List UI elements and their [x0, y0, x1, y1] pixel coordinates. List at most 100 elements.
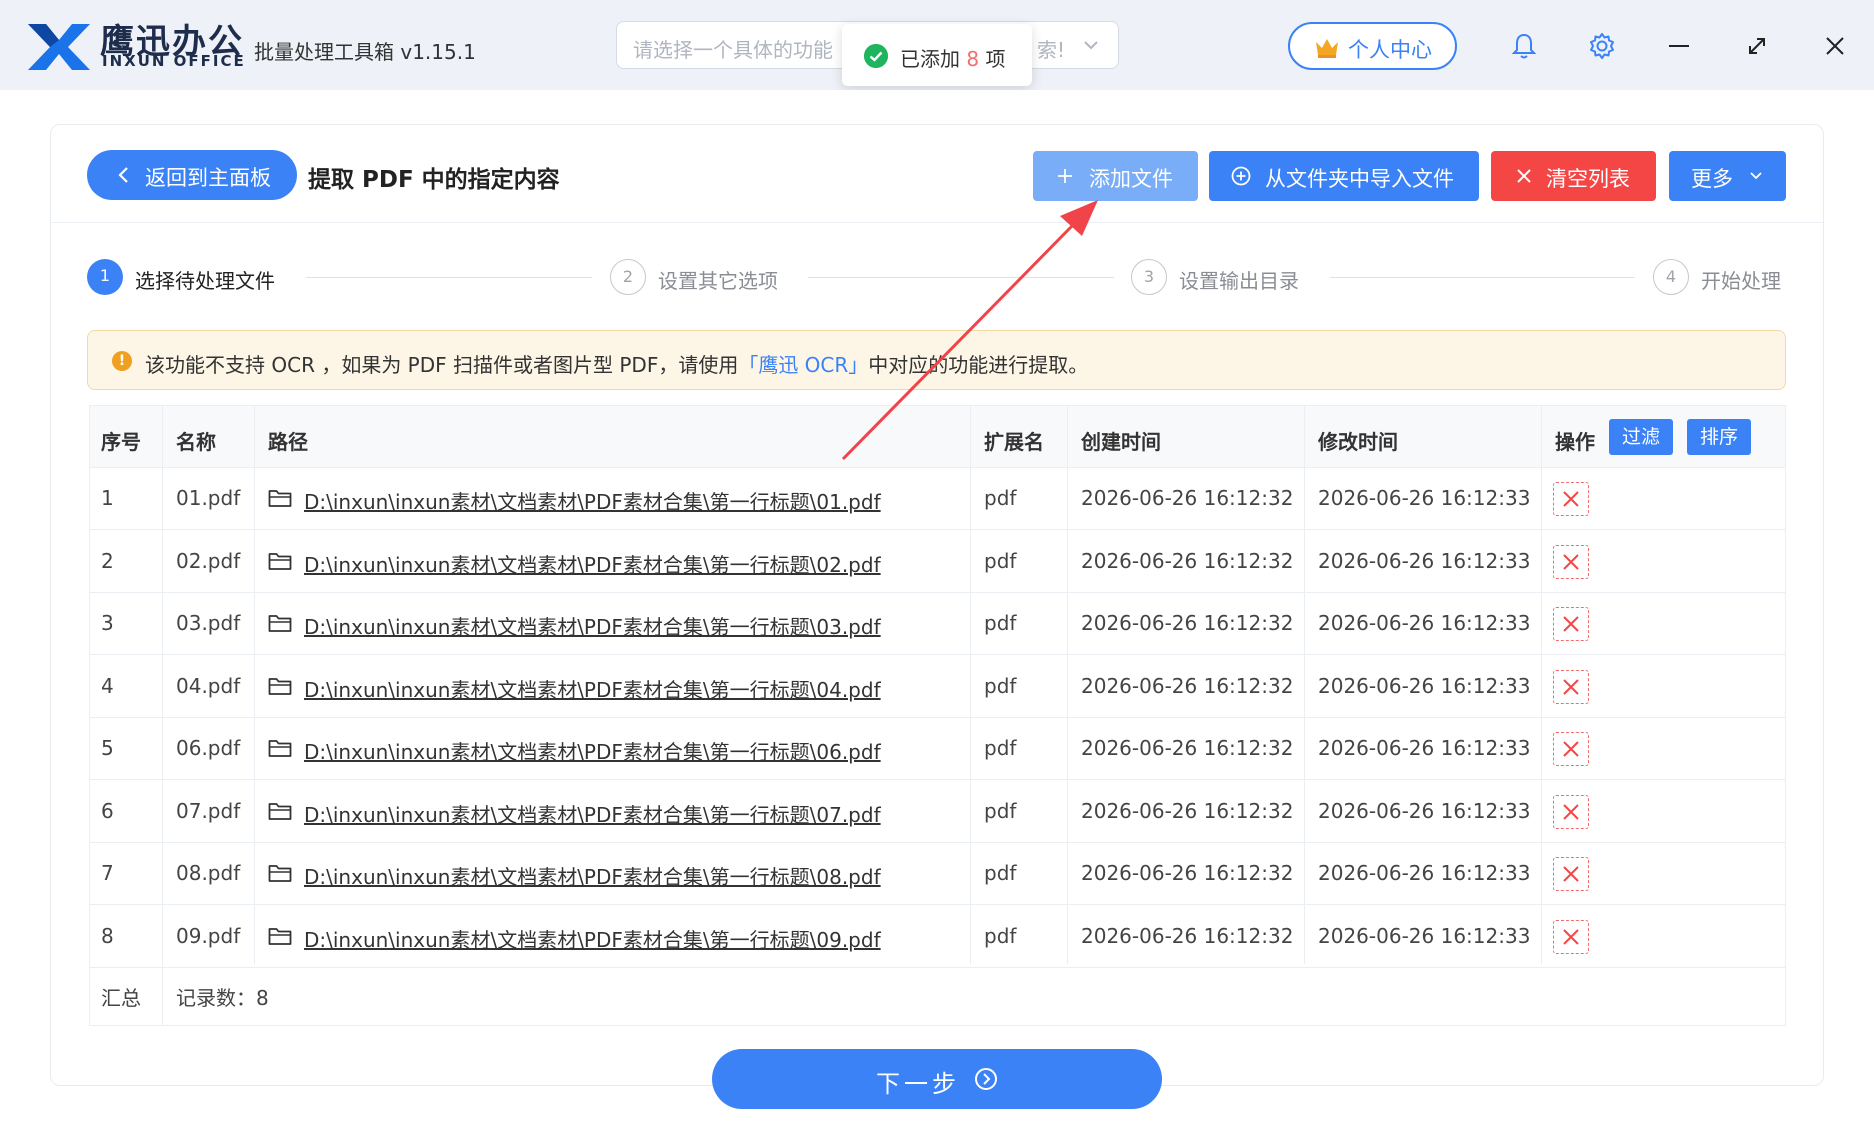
- remove-row-button[interactable]: [1553, 607, 1589, 641]
- user-center-button[interactable]: 个人中心: [1288, 22, 1457, 70]
- row-name: 04.pdf: [176, 673, 241, 698]
- x-icon: [1563, 491, 1579, 507]
- clear-list-label: 清空列表: [1546, 167, 1630, 191]
- bell-icon[interactable]: [1509, 31, 1539, 61]
- folder-icon[interactable]: [268, 863, 292, 883]
- next-step-button[interactable]: 下一步: [712, 1049, 1162, 1109]
- row-ext: pdf: [984, 611, 1017, 635]
- col-action-header: 操作: [1555, 430, 1595, 454]
- step-connector: [1330, 277, 1635, 278]
- table-row: 3 03.pdf D:\inxun\inxun素材\文档素材\PDF素材合集\第一行…: [90, 593, 1785, 655]
- column-divider: [1304, 406, 1305, 964]
- crown-icon: [1316, 39, 1338, 58]
- row-name: 06.pdf: [176, 736, 241, 760]
- file-table: 序号 名称 路径 扩展名 创建时间 修改时间 操作 过滤 排序 1 01.pdf D…: [89, 405, 1786, 1026]
- remove-row-button[interactable]: [1553, 669, 1589, 704]
- more-dropdown-button[interactable]: 更多: [1669, 151, 1786, 201]
- row-path-link[interactable]: D:\inxun\inxun素材\文档素材\PDF素材合集\第一行标题\07.p…: [304, 799, 881, 828]
- folder-icon[interactable]: [268, 738, 292, 758]
- back-to-home-button[interactable]: 返回到主面板: [87, 150, 297, 200]
- minimize-icon[interactable]: [1664, 31, 1694, 61]
- ocr-notice: ! 该功能不支持 OCR ，如果为 PDF 扫描件或者图片型 PDF，请使用「鹰…: [87, 330, 1786, 390]
- folder-icon[interactable]: [268, 613, 292, 633]
- x-icon: [1563, 616, 1579, 632]
- notice-text-after: 中对应的功能进行提取。: [868, 353, 1089, 377]
- row-ext: pdf: [984, 923, 1017, 948]
- close-icon[interactable]: [1820, 31, 1850, 61]
- remove-row-button[interactable]: [1553, 732, 1589, 766]
- search-placeholder: 请选择一个具体的功能: [633, 38, 833, 62]
- step-1-number: 1: [87, 259, 123, 295]
- sort-button[interactable]: 排序: [1687, 419, 1751, 455]
- toast-prefix: 已添加: [900, 47, 960, 71]
- x-icon: [1563, 928, 1579, 945]
- add-file-button[interactable]: 添加文件: [1033, 151, 1198, 201]
- brand-name-en: INXUN OFFICE: [102, 52, 246, 70]
- added-toast: 已添加 8 项: [842, 24, 1032, 86]
- row-ext: pdf: [984, 673, 1017, 698]
- row-path-link[interactable]: D:\inxun\inxun素材\文档素材\PDF素材合集\第一行标题\02.p…: [304, 549, 881, 578]
- row-created: 2026-06-26 16:12:32: [1081, 673, 1294, 698]
- add-file-label: 添加文件: [1089, 167, 1173, 191]
- search-placeholder-tail: 索!: [1037, 38, 1066, 62]
- row-path-link[interactable]: D:\inxun\inxun素材\文档素材\PDF素材合集\第一行标题\03.p…: [304, 611, 881, 640]
- row-index: 4: [101, 673, 114, 698]
- maximize-icon[interactable]: [1742, 31, 1772, 61]
- step-connector: [808, 277, 1114, 278]
- row-modified: 2026-06-26 16:12:33: [1318, 548, 1531, 573]
- folder-icon[interactable]: [268, 488, 292, 508]
- step-3-label: 设置输出目录: [1179, 269, 1299, 293]
- row-path-link[interactable]: D:\inxun\inxun素材\文档素材\PDF素材合集\第一行标题\09.p…: [304, 924, 881, 953]
- row-ext: pdf: [984, 798, 1017, 823]
- summary-row: 汇总 记录数：8: [90, 964, 1785, 1026]
- remove-row-button[interactable]: [1553, 857, 1589, 891]
- step-4-number: 4: [1653, 259, 1689, 295]
- column-divider: [1067, 406, 1068, 964]
- table-row: 4 04.pdf D:\inxun\inxun素材\文档素材\PDF素材合集\第一行…: [90, 656, 1785, 718]
- remove-row-button[interactable]: [1553, 482, 1589, 516]
- row-created: 2026-06-26 16:12:32: [1081, 736, 1294, 760]
- row-ext: pdf: [984, 736, 1017, 760]
- col-path-header: 路径: [268, 430, 308, 454]
- next-step-label: 下一步: [876, 1070, 960, 1098]
- more-label: 更多: [1691, 167, 1733, 191]
- row-path-link[interactable]: D:\inxun\inxun素材\文档素材\PDF素材合集\第一行标题\04.p…: [304, 674, 881, 703]
- table-row: 2 02.pdf D:\inxun\inxun素材\文档素材\PDF素材合集\第一行…: [90, 531, 1785, 593]
- folder-icon[interactable]: [268, 926, 292, 946]
- row-path-link[interactable]: D:\inxun\inxun素材\文档素材\PDF素材合集\第一行标题\08.p…: [304, 861, 881, 890]
- folder-icon[interactable]: [268, 551, 292, 571]
- row-modified: 2026-06-26 16:12:33: [1318, 798, 1531, 823]
- ocr-link[interactable]: 「鹰迅 OCR」: [738, 353, 868, 377]
- row-name: 08.pdf: [176, 861, 241, 885]
- header-divider: [51, 222, 1823, 223]
- row-index: 6: [101, 798, 114, 823]
- table-row: 5 06.pdf D:\inxun\inxun素材\文档素材\PDF素材合集\第一行…: [90, 718, 1785, 780]
- row-name: 02.pdf: [176, 548, 241, 573]
- remove-row-button[interactable]: [1553, 544, 1589, 579]
- check-circle-icon: [864, 44, 888, 68]
- chevron-down-icon: [1084, 41, 1098, 50]
- row-name: 01.pdf: [176, 486, 241, 510]
- filter-button[interactable]: 过滤: [1609, 419, 1673, 455]
- row-path-link[interactable]: D:\inxun\inxun素材\文档素材\PDF素材合集\第一行标题\01.p…: [304, 486, 881, 515]
- table-row: 7 08.pdf D:\inxun\inxun素材\文档素材\PDF素材合集\第一行…: [90, 843, 1785, 905]
- step-connector: [306, 277, 592, 278]
- row-name: 03.pdf: [176, 611, 241, 635]
- gear-icon[interactable]: [1587, 31, 1617, 61]
- folder-icon[interactable]: [268, 676, 292, 696]
- row-index: 2: [101, 548, 114, 573]
- row-created: 2026-06-26 16:12:32: [1081, 548, 1294, 573]
- remove-row-button[interactable]: [1553, 919, 1589, 954]
- row-path-link[interactable]: D:\inxun\inxun素材\文档素材\PDF素材合集\第一行标题\06.p…: [304, 736, 881, 765]
- clear-list-button[interactable]: 清空列表: [1491, 151, 1656, 201]
- x-icon: [1563, 678, 1579, 695]
- folder-icon[interactable]: [268, 801, 292, 821]
- row-created: 2026-06-26 16:12:32: [1081, 798, 1294, 823]
- toast-count: 8: [966, 47, 980, 71]
- remove-row-button[interactable]: [1553, 794, 1589, 829]
- column-divider: [1541, 406, 1542, 964]
- chevron-down-icon: [1750, 172, 1762, 180]
- x-icon: [1563, 741, 1579, 757]
- import-folder-button[interactable]: 从文件夹中导入文件: [1209, 151, 1479, 201]
- page-title: 提取 PDF 中的指定内容: [308, 167, 560, 193]
